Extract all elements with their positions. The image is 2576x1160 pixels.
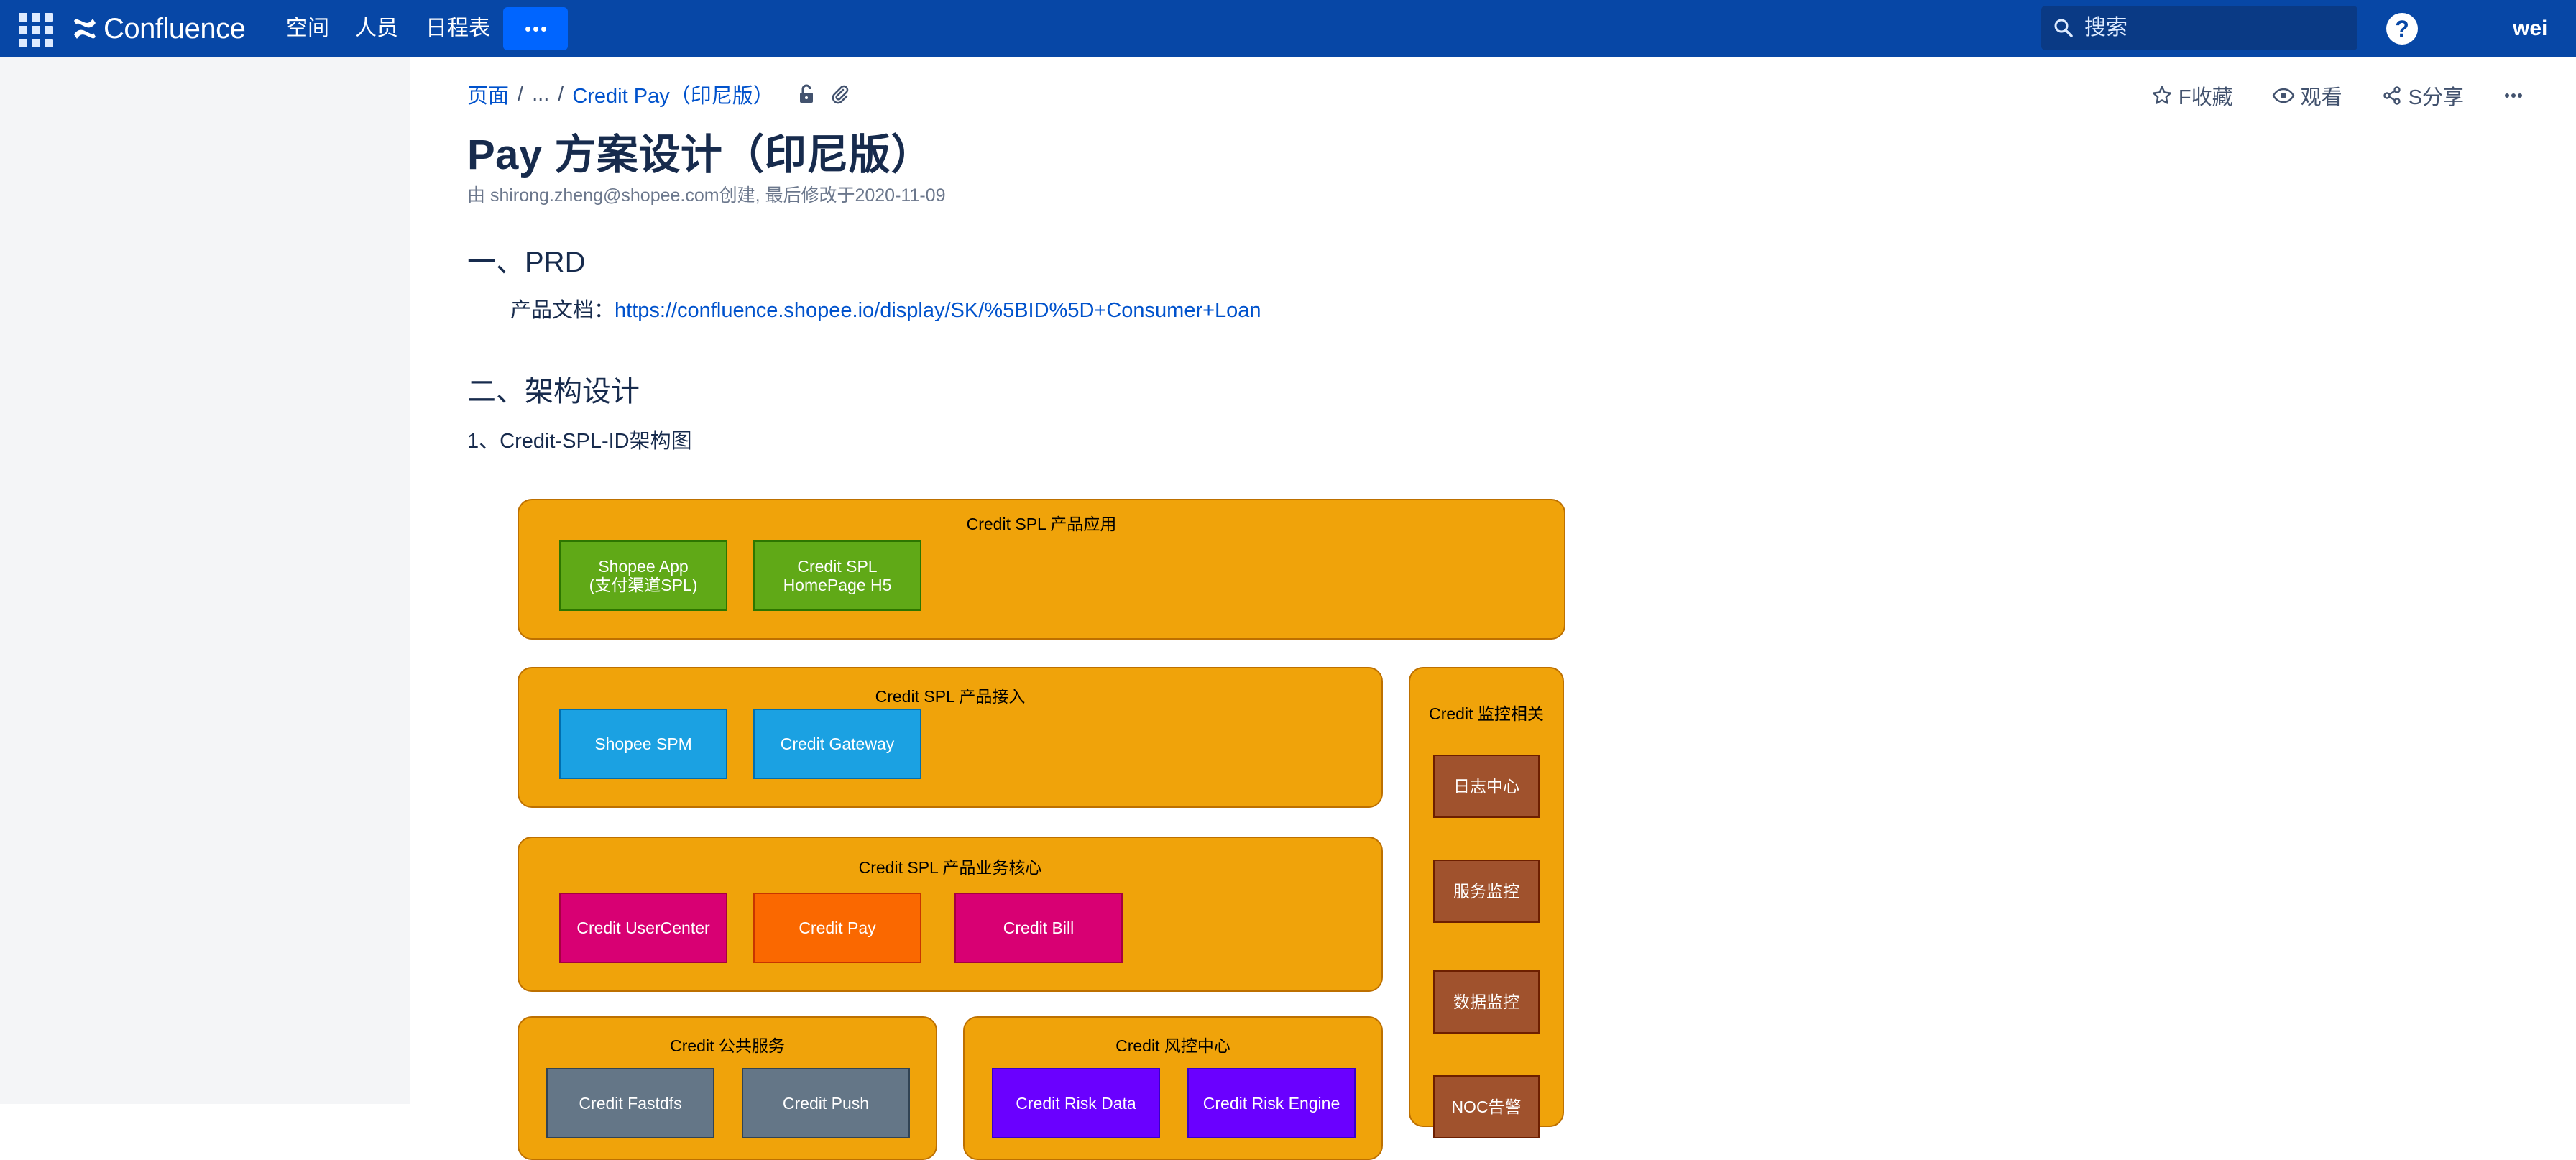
group-title: Credit 公共服务 (670, 1036, 785, 1055)
brand-name: Confluence (104, 12, 246, 45)
app-switcher-icon[interactable] (19, 11, 56, 47)
attachment-icon[interactable] (829, 83, 850, 105)
box-service-monitor: 服务监控 (1433, 860, 1540, 923)
top-nav-bar: Confluence 空间 人员 日程表 ? wei (0, 0, 2576, 57)
page-content: 页面 / ... / Credit Pay（印尼版） F收藏 观看 S分享 Pa… (410, 57, 2576, 1160)
group-title: Credit 监控相关 (1429, 704, 1544, 723)
share-label: S分享 (2408, 86, 2464, 109)
box-credit-usercenter: Credit UserCenter (559, 893, 727, 963)
confluence-logo-icon (74, 19, 96, 39)
watch-label: 观看 (2300, 86, 2342, 109)
architecture-diagram: Credit SPL 产品应用 Shopee App (支付渠道SPL) Cre… (518, 499, 1565, 1160)
box-credit-bill: Credit Bill (954, 893, 1123, 963)
share-button[interactable]: S分享 (2381, 80, 2464, 111)
subsection-heading: 1、Credit-SPL-ID架构图 (467, 430, 692, 453)
breadcrumb: 页面 / ... / Credit Pay（印尼版） (467, 79, 850, 109)
group-title: Credit SPL 产品应用 (966, 515, 1117, 533)
box-data-monitor: 数据监控 (1433, 970, 1540, 1034)
box-homepage-h5: Credit SPL HomePage H5 (753, 540, 921, 611)
search-box[interactable] (2041, 6, 2358, 50)
share-icon (2383, 86, 2401, 105)
group-public-services: Credit 公共服务 Credit Fastdfs Credit Push (518, 1016, 937, 1160)
eye-icon (2272, 88, 2295, 103)
prd-label: 产品文档： (510, 299, 615, 322)
search-icon (2054, 19, 2073, 37)
page-byline: 由 shirong.zheng@shopee.com创建, 最后修改于2020-… (467, 185, 946, 206)
box-credit-fastdfs: Credit Fastdfs (546, 1068, 714, 1138)
box-credit-risk-engine: Credit Risk Engine (1187, 1068, 1356, 1138)
star-icon (2152, 86, 2171, 104)
box-shopee-spm: Shopee SPM (559, 709, 727, 779)
nav-spaces[interactable]: 空间 (286, 13, 329, 45)
prd-link[interactable]: https://confluence.shopee.io/display/SK/… (615, 299, 1261, 322)
more-button[interactable] (503, 7, 568, 50)
nav-calendar[interactable]: 日程表 (426, 13, 490, 45)
page-actions: F收藏 观看 S分享 (2112, 80, 2530, 111)
group-title: Credit SPL 产品业务核心 (858, 858, 1042, 877)
group-title: Credit 风控中心 (1116, 1036, 1230, 1055)
breadcrumb-separator: / (558, 82, 564, 106)
user-name[interactable]: wei (2513, 13, 2547, 45)
favorite-button[interactable]: F收藏 (2151, 80, 2233, 111)
breadcrumb-separator: / (518, 82, 524, 106)
group-business-core: Credit SPL 产品业务核心 Credit UserCenter Cred… (518, 837, 1383, 992)
section-heading-architecture: 二、架构设计 (467, 376, 640, 408)
section-heading-prd: 一、PRD (467, 247, 586, 278)
group-product-access: Credit SPL 产品接入 Shopee SPM Credit Gatewa… (518, 667, 1383, 808)
help-icon[interactable]: ? (2386, 13, 2418, 45)
breadcrumb-parent[interactable]: Credit Pay（印尼版） (572, 79, 773, 109)
prd-paragraph: 产品文档：https://confluence.shopee.io/displa… (510, 293, 1261, 323)
confluence-logo[interactable]: Confluence (72, 11, 246, 46)
more-actions-button[interactable] (2503, 85, 2530, 106)
unlock-icon[interactable] (796, 83, 817, 105)
box-credit-gateway: Credit Gateway (753, 709, 921, 779)
box-credit-pay: Credit Pay (753, 893, 921, 963)
group-monitoring: Credit 监控相关 日志中心 服务监控 数据监控 NOC告警 (1409, 667, 1564, 1138)
breadcrumb-pages[interactable]: 页面 (467, 79, 509, 109)
watch-button[interactable]: 观看 (2272, 80, 2342, 111)
space-sidebar (0, 57, 410, 1104)
favorite-label: F收藏 (2178, 86, 2233, 109)
nav-people[interactable]: 人员 (355, 13, 398, 45)
page-title: Pay 方案设计（印尼版） (467, 132, 933, 178)
search-input[interactable] (2084, 16, 2343, 40)
box-log-center: 日志中心 (1433, 755, 1540, 818)
box-shopee-app: Shopee App (支付渠道SPL) (559, 540, 727, 611)
box-noc-alarm: NOC告警 (1433, 1075, 1540, 1138)
box-credit-push: Credit Push (742, 1068, 910, 1138)
group-risk-center: Credit 风控中心 Credit Risk Data Credit Risk… (963, 1016, 1383, 1160)
box-credit-risk-data: Credit Risk Data (992, 1068, 1160, 1138)
breadcrumb-ellipsis[interactable]: ... (532, 83, 549, 106)
group-product-app: Credit SPL 产品应用 Shopee App (支付渠道SPL) Cre… (518, 499, 1565, 640)
more-horizontal-icon (2505, 93, 2522, 98)
group-title: Credit SPL 产品接入 (875, 687, 1026, 706)
